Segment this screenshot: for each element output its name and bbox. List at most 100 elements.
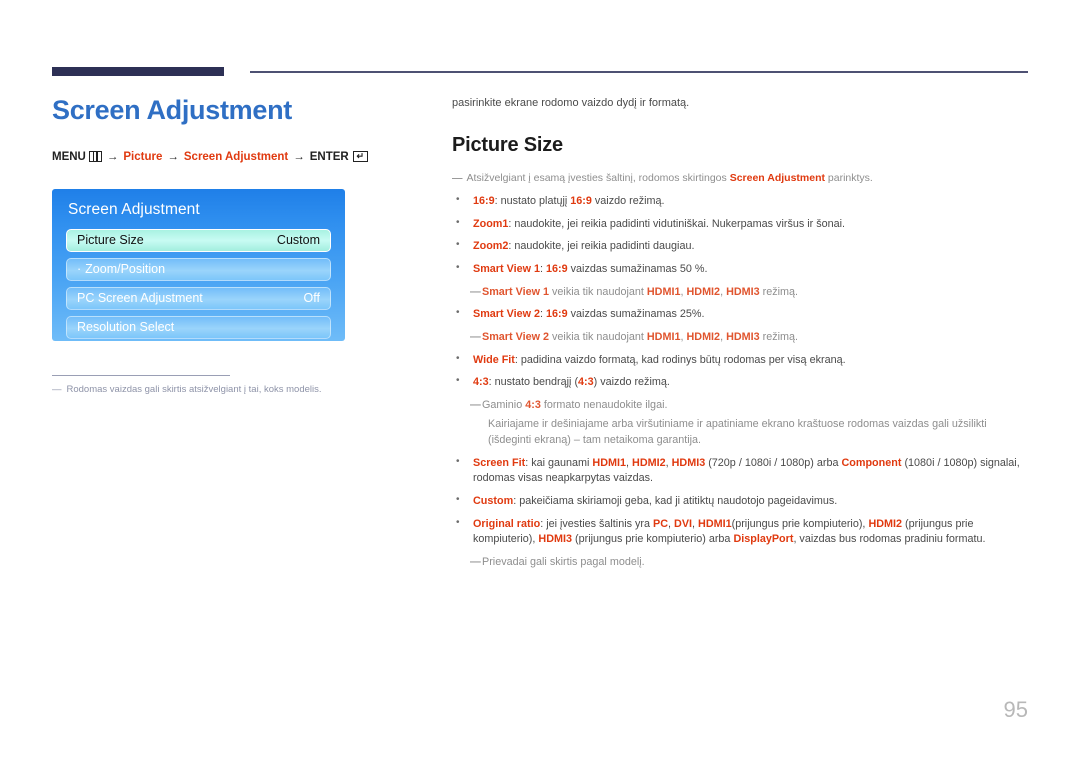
option-text: vaizdas sumažinamas 50 %. (567, 262, 708, 275)
option-keyword: HDMI2 (868, 517, 903, 530)
option-text: : jei įvesties šaltinis yra (540, 517, 654, 530)
option-text: (prijungus prie kompiuterio) arba (572, 533, 734, 546)
menu-bars-icon (88, 151, 102, 163)
option-text: : nustato platųjį (494, 195, 571, 208)
osd-submenu-dot-icon: · (77, 262, 82, 277)
option-text: (720p / 1080i / 1080p) arba (705, 456, 842, 469)
page-number: 95 (1003, 697, 1028, 722)
subnote-dash: ― (470, 555, 481, 568)
osd-row-label: PC Screen Adjustment (77, 291, 203, 306)
option-keyword: 16:9 (570, 195, 592, 208)
option-keyword: HDMI2 (686, 330, 721, 343)
option-keyword: Original ratio (473, 517, 541, 530)
option-text: : kai gaunami (525, 456, 593, 469)
option-keyword: 4:3 (525, 398, 541, 411)
osd-row-picture-size[interactable]: Picture Size Custom (66, 228, 331, 252)
option-bullet: Zoom1: naudokite, jei reikia padidinti v… (452, 216, 1030, 233)
osd-row-zoom-position[interactable]: · Zoom/Position (66, 257, 331, 281)
option-bullet: Custom: pakeičiama skiriamoji geba, kad … (452, 493, 1030, 510)
subnote-dash: ― (470, 330, 481, 343)
option-bullet: 16:9: nustato platųjį 16:9 vaizdo režimą… (452, 193, 1030, 210)
option-text: vaizdo režimą. (591, 195, 665, 208)
left-footnote: ― Rodomas vaizdas gali skirtis atsižvelg… (52, 384, 412, 395)
option-keyword: Zoom2 (473, 240, 509, 253)
enter-return-icon: ↵ (352, 151, 368, 163)
manual-page: { "page": { "number": "95", "accent_blue… (0, 0, 1080, 763)
option-text: ) vaizdo režimą. (593, 376, 670, 389)
osd-row-label: Resolution Select (77, 320, 175, 335)
option-keyword: HDMI1 (646, 285, 681, 298)
option-keyword: Wide Fit (473, 353, 515, 366)
option-text: (prijungus prie kompiuterio), (731, 517, 869, 530)
note-keyword: Screen Adjustment (729, 171, 825, 184)
option-bullet: Smart View 1: 16:9 vaizdas sumažinamas 5… (452, 261, 1030, 278)
note-text: Atsižvelgiant į esamą įvesties šaltinį, … (467, 171, 873, 186)
note-dash: ― (452, 171, 462, 184)
option-keyword: HDMI3 (726, 285, 760, 298)
option-text: režimą. (759, 330, 799, 343)
option-text: veikia tik naudojant (549, 330, 647, 343)
footnote-divider (52, 374, 230, 376)
option-text: veikia tik naudojant (549, 285, 647, 298)
option-keyword: DVI (674, 517, 693, 530)
option-text: : naudokite, jei reikia padidinti daugia… (508, 240, 695, 253)
option-keyword: Smart View 1 (482, 285, 550, 298)
note-text-pre: Atsižvelgiant į esamą įvesties šaltinį, … (466, 171, 730, 184)
option-keyword: 16:9 (473, 195, 495, 208)
option-keyword: HDMI1 (592, 456, 627, 469)
section-heading: Picture Size (452, 133, 563, 156)
option-keyword: HDMI3 (538, 533, 572, 546)
note-text-post: parinktys. (825, 171, 873, 184)
option-text: , vaizdas bus rodomas pradiniu formatu. (793, 533, 986, 546)
option-text: formato nenaudokite ilgai. (540, 398, 668, 411)
option-keyword: HDMI1 (698, 517, 732, 530)
option-bullet: Original ratio: jei įvesties šaltinis yr… (452, 516, 1030, 548)
option-keyword: PC (653, 517, 669, 530)
option-text: Prievadai gali skirtis pagal modelį. (482, 555, 645, 568)
option-keyword: HDMI2 (686, 285, 721, 298)
option-keyword: Smart View 2 (482, 330, 550, 343)
breadcrumb-arrow-2: → (167, 150, 179, 163)
osd-title: Screen Adjustment (68, 200, 200, 218)
option-keyword: 4:3 (578, 376, 594, 389)
osd-row-label: Picture Size (77, 233, 144, 248)
breadcrumb-item-screen-adjustment[interactable]: Screen Adjustment (184, 151, 288, 163)
option-keyword: Zoom1 (473, 217, 509, 230)
osd-row-value: Custom (276, 233, 320, 248)
option-bullet: 4:3: nustato bendrąjį (4:3) vaizdo režim… (452, 374, 1030, 391)
option-keyword: HDMI2 (632, 456, 666, 469)
option-keyword: Smart View 2 (473, 308, 541, 321)
intro-text: pasirinkite ekrane rodomo vaizdo dydį ir… (452, 97, 690, 109)
breadcrumb-arrow-1: → (106, 150, 119, 163)
option-text: vaizdas sumažinamas 25%. (567, 308, 705, 321)
menu-breadcrumb: MENU → Picture → Screen Adjustment → ENT… (52, 151, 412, 163)
page-title: Screen Adjustment (52, 95, 292, 125)
option-text: : nustato bendrąjį ( (488, 376, 579, 389)
option-subnote: ― Smart View 1 veikia tik naudojant HDMI1… (452, 285, 1030, 301)
option-keyword: Screen Fit (473, 456, 526, 469)
option-text: Kairiajame ir dešiniajame arba viršutini… (488, 418, 987, 447)
left-column: Screen Adjustment MENU → Picture → Scree… (52, 95, 412, 395)
option-subnote: ― Prievadai gali skirtis pagal modelį. (452, 555, 1030, 571)
option-subnote: ― Gaminio 4:3 formato nenaudokite ilgai. (452, 398, 1030, 414)
option-keyword: Custom (473, 495, 514, 508)
option-keyword: 16:9 (546, 262, 568, 275)
right-column: pasirinkite ekrane rodomo vaizdo dydį ir… (452, 96, 1030, 578)
option-keyword: Component (841, 456, 902, 469)
header-rule-thick (52, 67, 224, 76)
osd-row-list: Picture Size Custom · Zoom/Position PC Scree… (66, 228, 331, 339)
footnote-dash: ― (52, 383, 62, 395)
osd-row-pc-screen-adjustment[interactable]: PC Screen Adjustment Off (66, 286, 331, 310)
option-subnote-detail: Kairiajame ir dešiniajame arba viršutini… (452, 417, 1030, 448)
option-keyword: HDMI1 (646, 330, 681, 343)
osd-row-value: Off (303, 291, 320, 306)
osd-row-label: · Zoom/Position (77, 262, 166, 277)
breadcrumb-item-picture[interactable]: Picture (123, 151, 162, 163)
option-text: režimą. (759, 285, 799, 298)
option-subnote: ― Smart View 2 veikia tik naudojant HDMI1… (452, 330, 1030, 346)
subnote-dash: ― (470, 398, 481, 411)
picture-size-option-list: 16:9: nustato platųjį 16:9 vaizdo režimą… (452, 193, 1030, 571)
option-keyword: HDMI3 (726, 330, 760, 343)
osd-row-resolution-select[interactable]: Resolution Select (66, 315, 331, 339)
breadcrumb-arrow-3: → (293, 150, 305, 163)
